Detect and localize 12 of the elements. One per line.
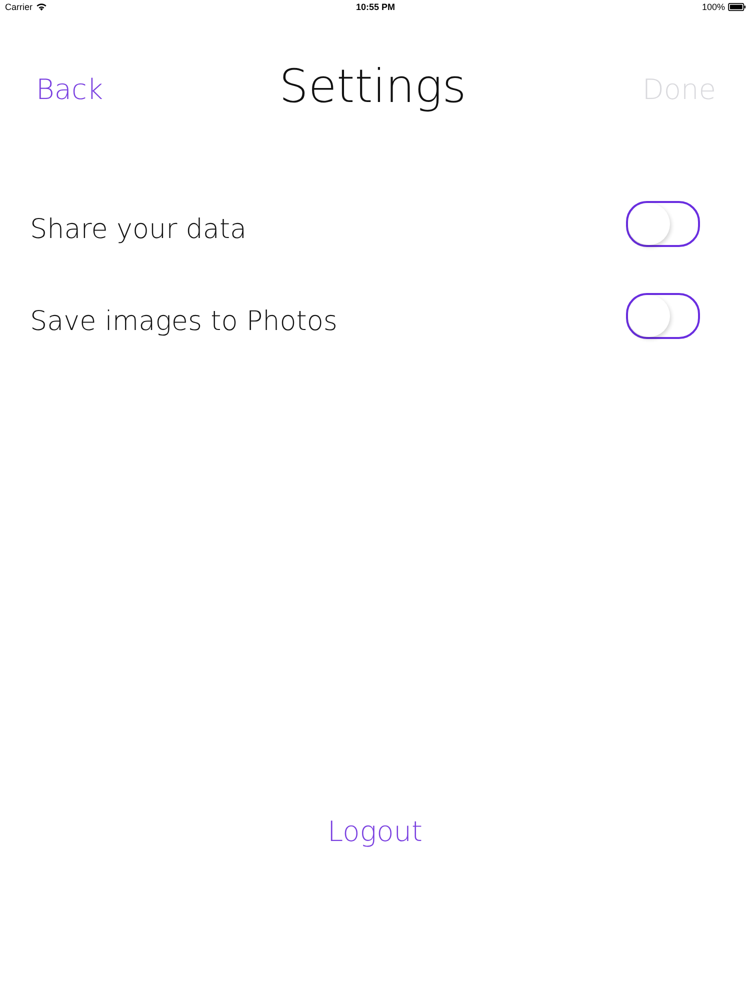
logout-button[interactable]: Logout <box>328 815 422 848</box>
battery-percent: 100% <box>702 2 725 12</box>
wifi-icon <box>36 3 47 11</box>
toggle-switch[interactable] <box>626 201 700 247</box>
setting-label: Save images to Photos <box>30 306 338 336</box>
status-time: 10:55 PM <box>356 2 396 12</box>
battery-icon <box>728 3 746 11</box>
back-button[interactable]: Back <box>36 72 104 106</box>
toggle-switch[interactable] <box>626 293 700 339</box>
setting-label: Share your data <box>30 214 247 244</box>
page-title: Settings <box>279 59 466 113</box>
carrier-label: Carrier <box>5 2 33 12</box>
